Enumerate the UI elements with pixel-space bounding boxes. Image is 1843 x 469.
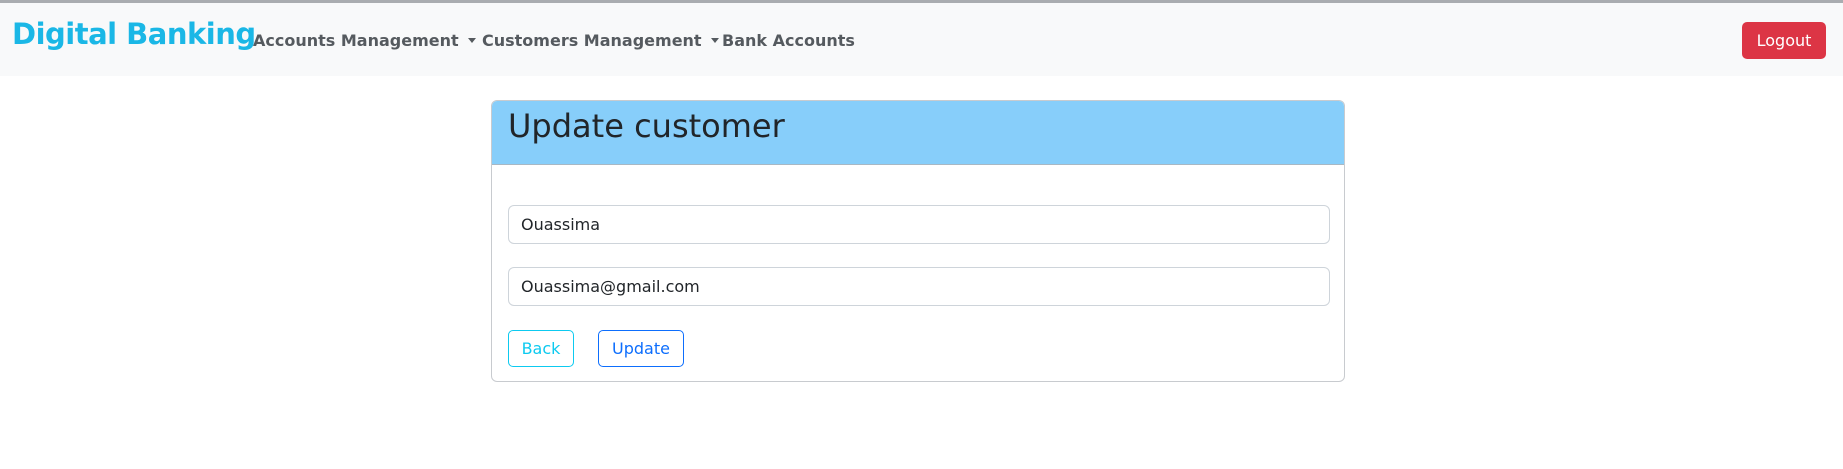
nav-customers-management-label: Customers Management <box>482 31 702 50</box>
card-header: Update customer <box>492 101 1344 165</box>
chevron-down-icon <box>467 38 476 43</box>
nav-customers-management[interactable]: Customers Management <box>482 31 719 50</box>
logout-button[interactable]: Logout <box>1742 22 1826 59</box>
back-button[interactable]: Back <box>508 330 574 367</box>
nav-accounts-management[interactable]: Accounts Management <box>253 31 476 50</box>
chevron-down-icon <box>710 38 719 43</box>
nav-bank-accounts-label: Bank Accounts <box>722 31 855 50</box>
update-customer-card: Update customer Back Update <box>491 100 1345 382</box>
brand-logo[interactable]: Digital Banking <box>12 17 256 51</box>
update-button[interactable]: Update <box>598 330 684 367</box>
nav-accounts-management-label: Accounts Management <box>253 31 459 50</box>
name-input[interactable] <box>508 205 1330 244</box>
page-title: Update customer <box>508 107 785 145</box>
email-input[interactable] <box>508 267 1330 306</box>
navbar: Digital Banking Accounts Management Cust… <box>0 3 1843 76</box>
nav-bank-accounts[interactable]: Bank Accounts <box>722 31 855 50</box>
